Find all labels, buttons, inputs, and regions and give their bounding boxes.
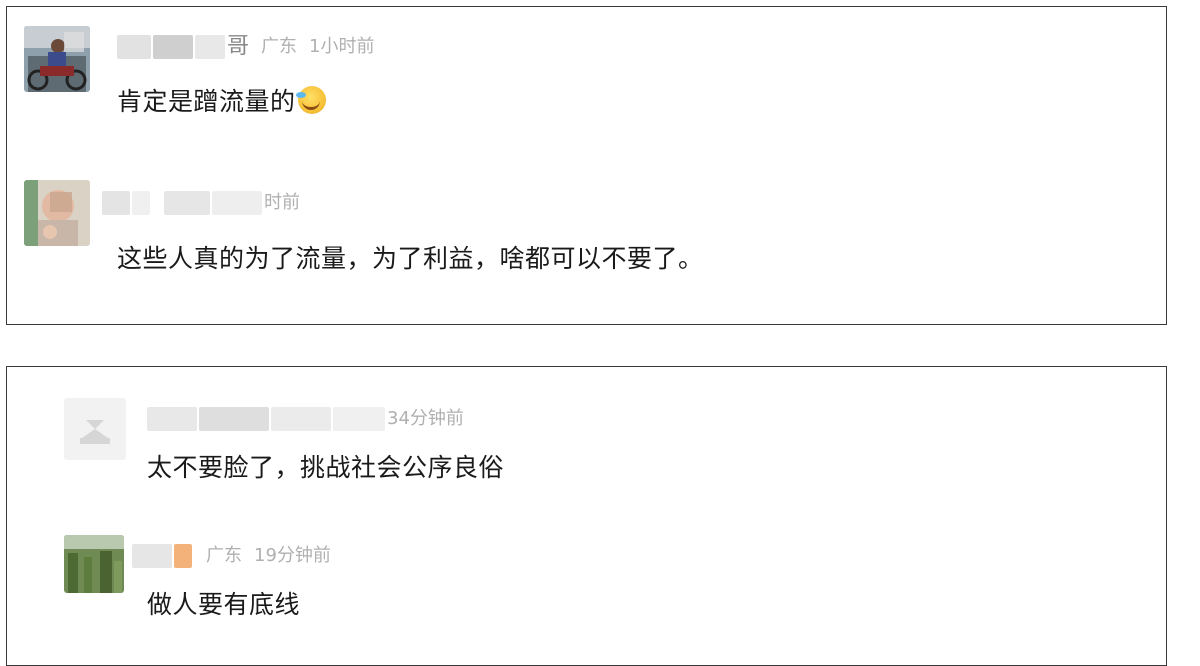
timestamp: 时前 (264, 192, 300, 213)
timestamp: 34分钟前 (387, 408, 464, 429)
laughing-crying-emoji-icon (295, 86, 326, 114)
blurred-username (153, 35, 193, 59)
location-label: 广东 (261, 36, 298, 57)
blurred-username (147, 407, 197, 431)
blurred-username (102, 191, 130, 215)
comment-text: 太不要脸了，挑战社会公序良俗 (147, 453, 505, 482)
blurred-username (174, 544, 192, 568)
comment-meta: 34分钟前 (147, 404, 464, 434)
timestamp: 19分钟前 (254, 545, 331, 566)
blurred-username (199, 407, 269, 431)
comment-item: 34分钟前 太不要脸了，挑战社会公序良俗 (7, 367, 1166, 507)
location-label: 广东 (206, 545, 242, 566)
timestamp: 1小时前 (309, 36, 375, 57)
comment-panel-bottom: 34分钟前 太不要脸了，挑战社会公序良俗 广东 19分钟前 做人要有底线 (6, 366, 1167, 666)
avatar[interactable] (24, 26, 90, 92)
blurred-username (212, 191, 262, 215)
comment-text: 肯定是蹭流量的 (117, 82, 326, 118)
comment-text-content: 肯定是蹭流量的 (117, 87, 296, 116)
username-tail: 哥 (227, 34, 250, 59)
comment-text: 这些人真的为了流量，为了利益，啥都可以不要了。 (117, 244, 704, 273)
comment-item: 广东 19分钟前 做人要有底线 (7, 507, 1166, 647)
blurred-username (164, 191, 210, 215)
comment-meta: 广东 19分钟前 (132, 541, 331, 571)
blurred-username (132, 544, 172, 568)
comment-item: 时前 这些人真的为了流量，为了利益，啥都可以不要了。 (7, 157, 1166, 317)
blurred-username (195, 35, 225, 59)
blurred-username (333, 407, 385, 431)
avatar[interactable] (24, 180, 90, 246)
comment-meta: 哥广东 1小时前 (117, 32, 374, 62)
avatar[interactable] (64, 535, 124, 593)
default-avatar-icon[interactable] (64, 398, 126, 460)
blurred-username (132, 191, 150, 215)
comment-text: 做人要有底线 (147, 590, 301, 619)
comment-meta: 时前 (102, 188, 300, 218)
comment-item: 哥广东 1小时前 肯定是蹭流量的 (7, 7, 1166, 157)
comment-panel-top: 哥广东 1小时前 肯定是蹭流量的 时前 这些人真的为了流量，为了利益，啥都可以不要… (6, 6, 1167, 325)
blurred-username (271, 407, 331, 431)
blurred-username (117, 35, 151, 59)
